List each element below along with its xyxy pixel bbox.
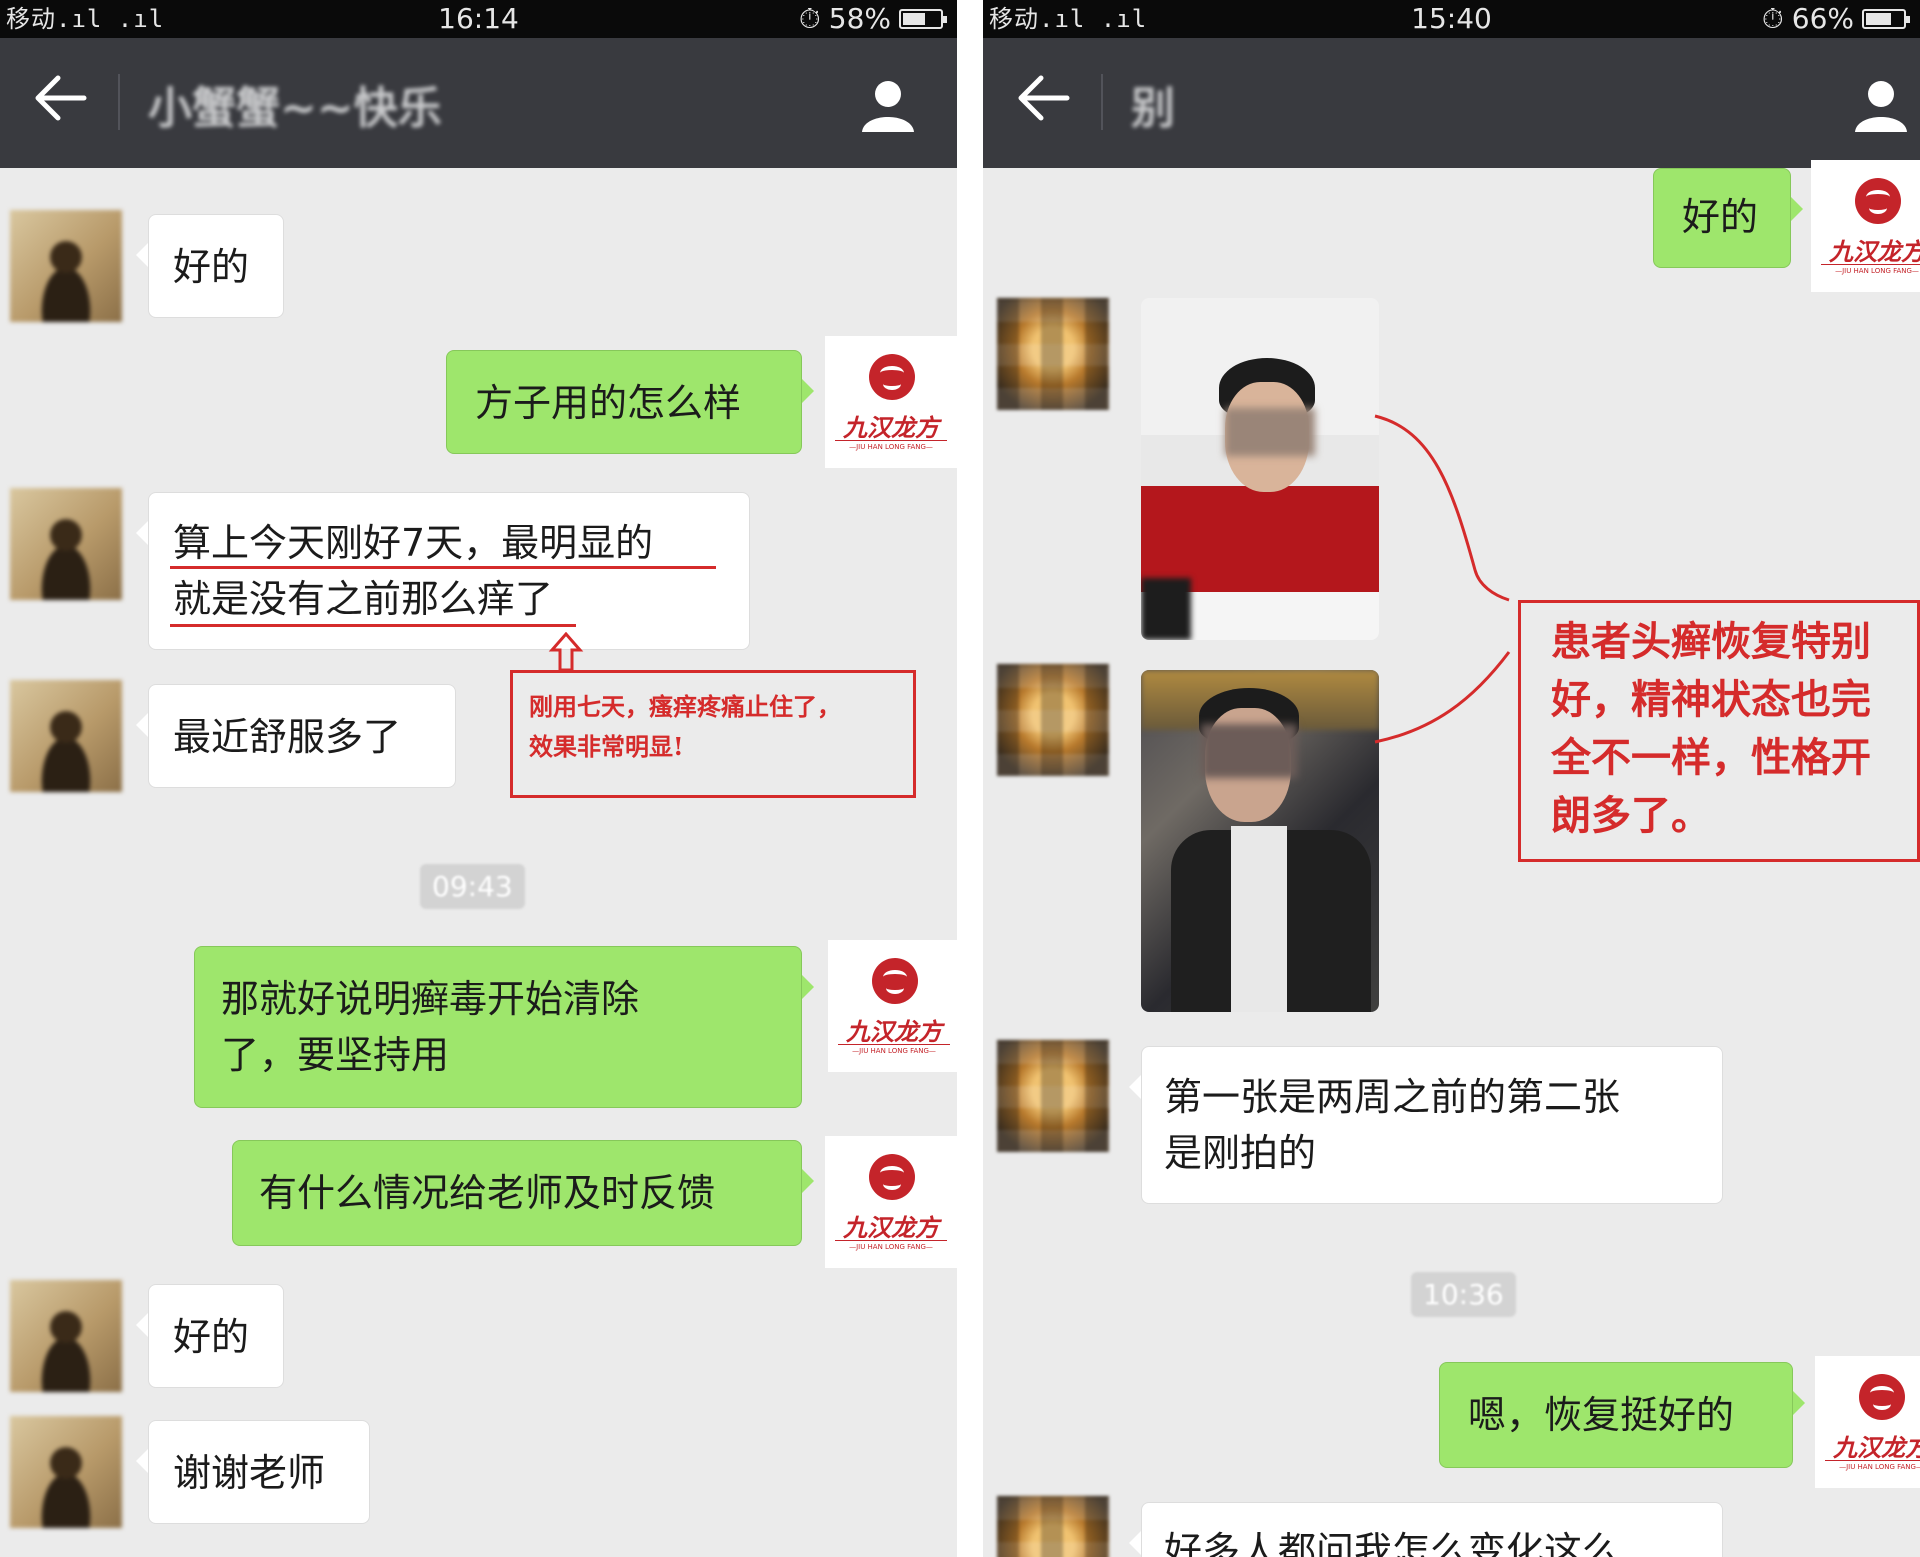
photo-shirt — [1231, 826, 1287, 1012]
photo-after[interactable] — [1141, 670, 1379, 1012]
chat-header: 小蟹蟹~~快乐 — [0, 38, 957, 168]
brand-pinyin: —JIU HAN LONG FANG— — [1825, 1460, 1920, 1471]
incoming-message[interactable]: 谢谢老师 — [136, 1420, 370, 1524]
message-line: 好的 — [173, 245, 250, 289]
brand-pinyin: —JIU HAN LONG FANG— — [835, 1240, 947, 1251]
battery-icon — [899, 9, 947, 29]
brand-name: 九汉龙方 — [843, 413, 939, 442]
dragon-logo-icon — [869, 354, 915, 400]
annotation-box: 患者头癣恢复特别 好，精神状态也完 全不一样，性格开 朗多了。 — [1518, 600, 1920, 862]
contact-avatar[interactable] — [997, 1040, 1109, 1152]
brand-pinyin: —JIU HAN LONG FANG— — [1821, 264, 1920, 275]
dragon-logo-icon — [1859, 1374, 1905, 1420]
brand-logo-avatar[interactable]: 九汉龙方 —JIU HAN LONG FANG— — [828, 940, 957, 1072]
contact-avatar[interactable] — [997, 298, 1109, 410]
chat-title: 别 — [1131, 83, 1175, 134]
brand-name: 九汉龙方 — [843, 1213, 939, 1242]
message-line: 有什么情况给老师及时反馈 — [259, 1171, 716, 1215]
message-line: 算上今天刚好7天，最明显的 — [173, 521, 654, 565]
dragon-logo-icon — [1855, 178, 1901, 224]
message-timestamp: 10:36 — [1411, 1272, 1516, 1317]
incoming-message[interactable]: 最近舒服多了 — [136, 684, 456, 788]
back-arrow-icon[interactable] — [1013, 68, 1073, 128]
outgoing-message[interactable]: 好的 — [1653, 168, 1803, 268]
annotation-box: 刚用七天，瘙痒疼痛止住了， 效果非常明显! — [510, 670, 916, 798]
contact-avatar[interactable] — [10, 488, 122, 600]
incoming-message[interactable]: 好多人都问我怎么变化这么 — [1129, 1502, 1723, 1557]
battery-percent: 66% — [1791, 2, 1854, 35]
annotation-line: 朗多了。 — [1551, 793, 1711, 839]
photo-shadow — [1141, 578, 1191, 640]
annotation-line: 全不一样，性格开 — [1551, 735, 1871, 781]
brand-name: 九汉龙方 — [1829, 237, 1920, 266]
message-line: 最近舒服多了 — [173, 715, 402, 759]
annotation-connector — [1374, 414, 1511, 744]
contact-avatar[interactable] — [997, 1496, 1109, 1557]
battery-percent: 58% — [828, 2, 891, 35]
annotation-underline — [170, 566, 716, 569]
status-bar: 移动.ıl .ıl 15:40 ⏱ 66% — [983, 0, 1920, 38]
incoming-message[interactable]: 第一张是两周之前的第二张 是刚拍的 — [1129, 1046, 1723, 1204]
contact-avatar[interactable] — [997, 664, 1109, 776]
brand-name: 九汉龙方 — [1833, 1433, 1920, 1462]
brand-logo-avatar[interactable]: 九汉龙方 —JIU HAN LONG FANG— — [825, 1136, 957, 1268]
contact-avatar[interactable] — [10, 680, 122, 792]
message-line: 谢谢老师 — [173, 1451, 326, 1495]
contact-avatar[interactable] — [10, 1416, 122, 1528]
annotation-line: 效果非常明显! — [529, 732, 684, 761]
message-line: 好多人都问我怎么变化这么 — [1164, 1529, 1621, 1557]
brand-logo-avatar[interactable]: 九汉龙方 —JIU HAN LONG FANG— — [1811, 160, 1920, 292]
screenshot-divider — [957, 0, 983, 1557]
header-divider — [1101, 74, 1103, 130]
status-bar: 移动.ıl .ıl 16:14 ⏱ 58% — [0, 0, 957, 38]
message-line: 那就好说明癣毒开始清除 — [221, 977, 640, 1021]
outgoing-message[interactable]: 方子用的怎么样 — [446, 350, 814, 454]
chat-title: 小蟹蟹~~快乐 — [148, 83, 442, 134]
privacy-mosaic — [1225, 408, 1315, 456]
message-line: 了，要坚持用 — [221, 1033, 450, 1077]
photo-before[interactable] — [1141, 298, 1379, 640]
brand-logo-avatar[interactable]: 九汉龙方 —JIU HAN LONG FANG— — [1815, 1356, 1920, 1488]
contact-avatar[interactable] — [10, 210, 122, 322]
brand-pinyin: —JIU HAN LONG FANG— — [838, 1044, 950, 1055]
message-line: 方子用的怎么样 — [475, 381, 742, 425]
annotation-line: 好，精神状态也完 — [1551, 677, 1871, 723]
message-line: 好的 — [173, 1315, 250, 1359]
annotation-underline — [170, 624, 576, 627]
annotation-line: 刚用七天，瘙痒疼痛止住了， — [529, 692, 841, 721]
outgoing-message[interactable]: 嗯，恢复挺好的 — [1439, 1362, 1805, 1468]
outgoing-message[interactable]: 那就好说明癣毒开始清除 了，要坚持用 — [194, 946, 814, 1108]
dragon-logo-icon — [872, 958, 918, 1004]
message-line: 就是没有之前那么痒了 — [173, 577, 554, 621]
brand-logo-avatar[interactable]: 九汉龙方 —JIU HAN LONG FANG— — [825, 336, 957, 468]
outgoing-message[interactable]: 有什么情况给老师及时反馈 — [232, 1140, 814, 1246]
incoming-message[interactable]: 好的 — [136, 214, 284, 318]
message-timestamp: 09:43 — [420, 864, 525, 909]
left-chat-screen: 移动.ıl .ıl 16:14 ⏱ 58% 小蟹蟹~~快乐 好的 方子用的怎么样… — [0, 0, 957, 1557]
battery-icon — [1862, 9, 1910, 29]
contact-avatar[interactable] — [10, 1280, 122, 1392]
back-arrow-icon[interactable] — [30, 68, 90, 128]
profile-icon[interactable] — [858, 74, 918, 134]
alarm-icon: ⏱ — [1761, 2, 1784, 35]
privacy-mosaic — [1201, 724, 1297, 778]
dragon-logo-icon — [869, 1154, 915, 1200]
header-divider — [118, 74, 120, 130]
message-line: 是刚拍的 — [1164, 1131, 1317, 1175]
message-line: 好的 — [1682, 195, 1759, 239]
alarm-icon: ⏱ — [798, 2, 821, 35]
message-line: 第一张是两周之前的第二张 — [1164, 1075, 1621, 1119]
chat-header: 别 — [983, 38, 1920, 168]
annotation-line: 患者头癣恢复特别 — [1551, 619, 1871, 665]
right-chat-screen: 移动.ıl .ıl 15:40 ⏱ 66% 别 好的 九汉龙方 —JIU HAN… — [983, 0, 1920, 1557]
incoming-message[interactable]: 好的 — [136, 1284, 284, 1388]
brand-pinyin: —JIU HAN LONG FANG— — [835, 440, 947, 451]
profile-icon[interactable] — [1851, 74, 1911, 134]
message-line: 嗯，恢复挺好的 — [1468, 1393, 1735, 1437]
brand-name: 九汉龙方 — [846, 1017, 942, 1046]
annotation-arrow-icon — [548, 632, 584, 672]
